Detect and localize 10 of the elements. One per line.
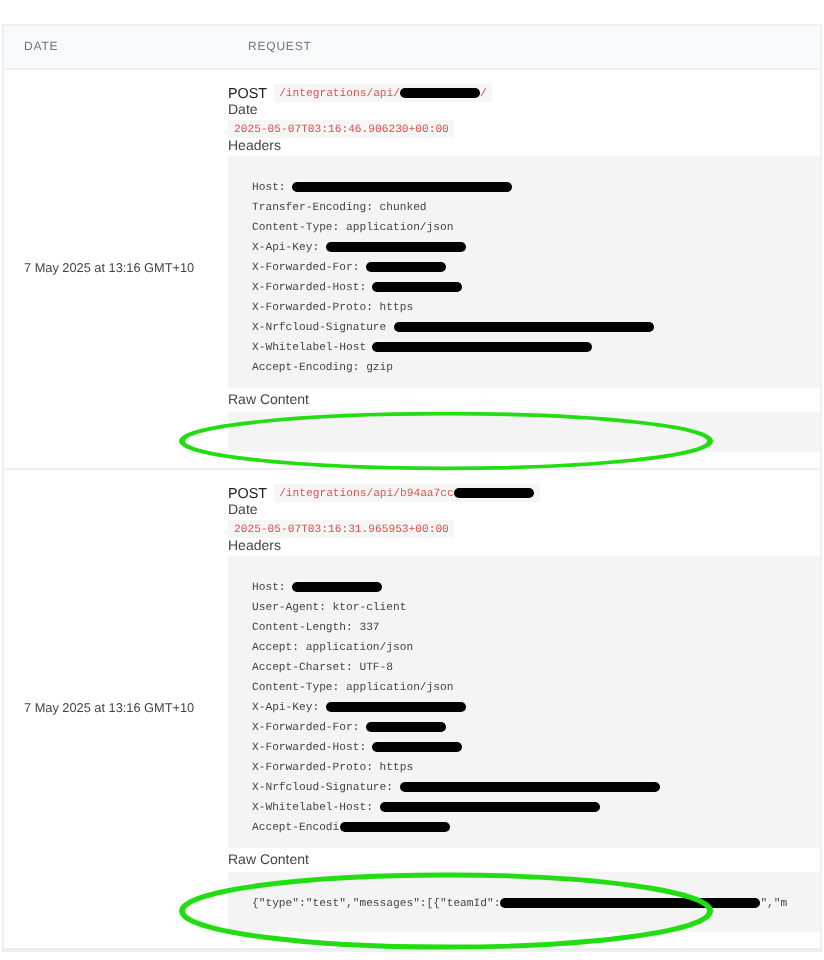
redaction-mark (325, 701, 466, 711)
redaction-mark (400, 88, 481, 98)
redaction-mark (292, 581, 383, 591)
redaction-mark (339, 821, 450, 831)
redaction-mark (372, 281, 463, 291)
redaction-mark (366, 721, 447, 731)
redaction-mark (453, 488, 534, 498)
redaction-mark (366, 261, 447, 271)
redaction-mark (325, 241, 466, 251)
redaction-mark (372, 741, 463, 751)
